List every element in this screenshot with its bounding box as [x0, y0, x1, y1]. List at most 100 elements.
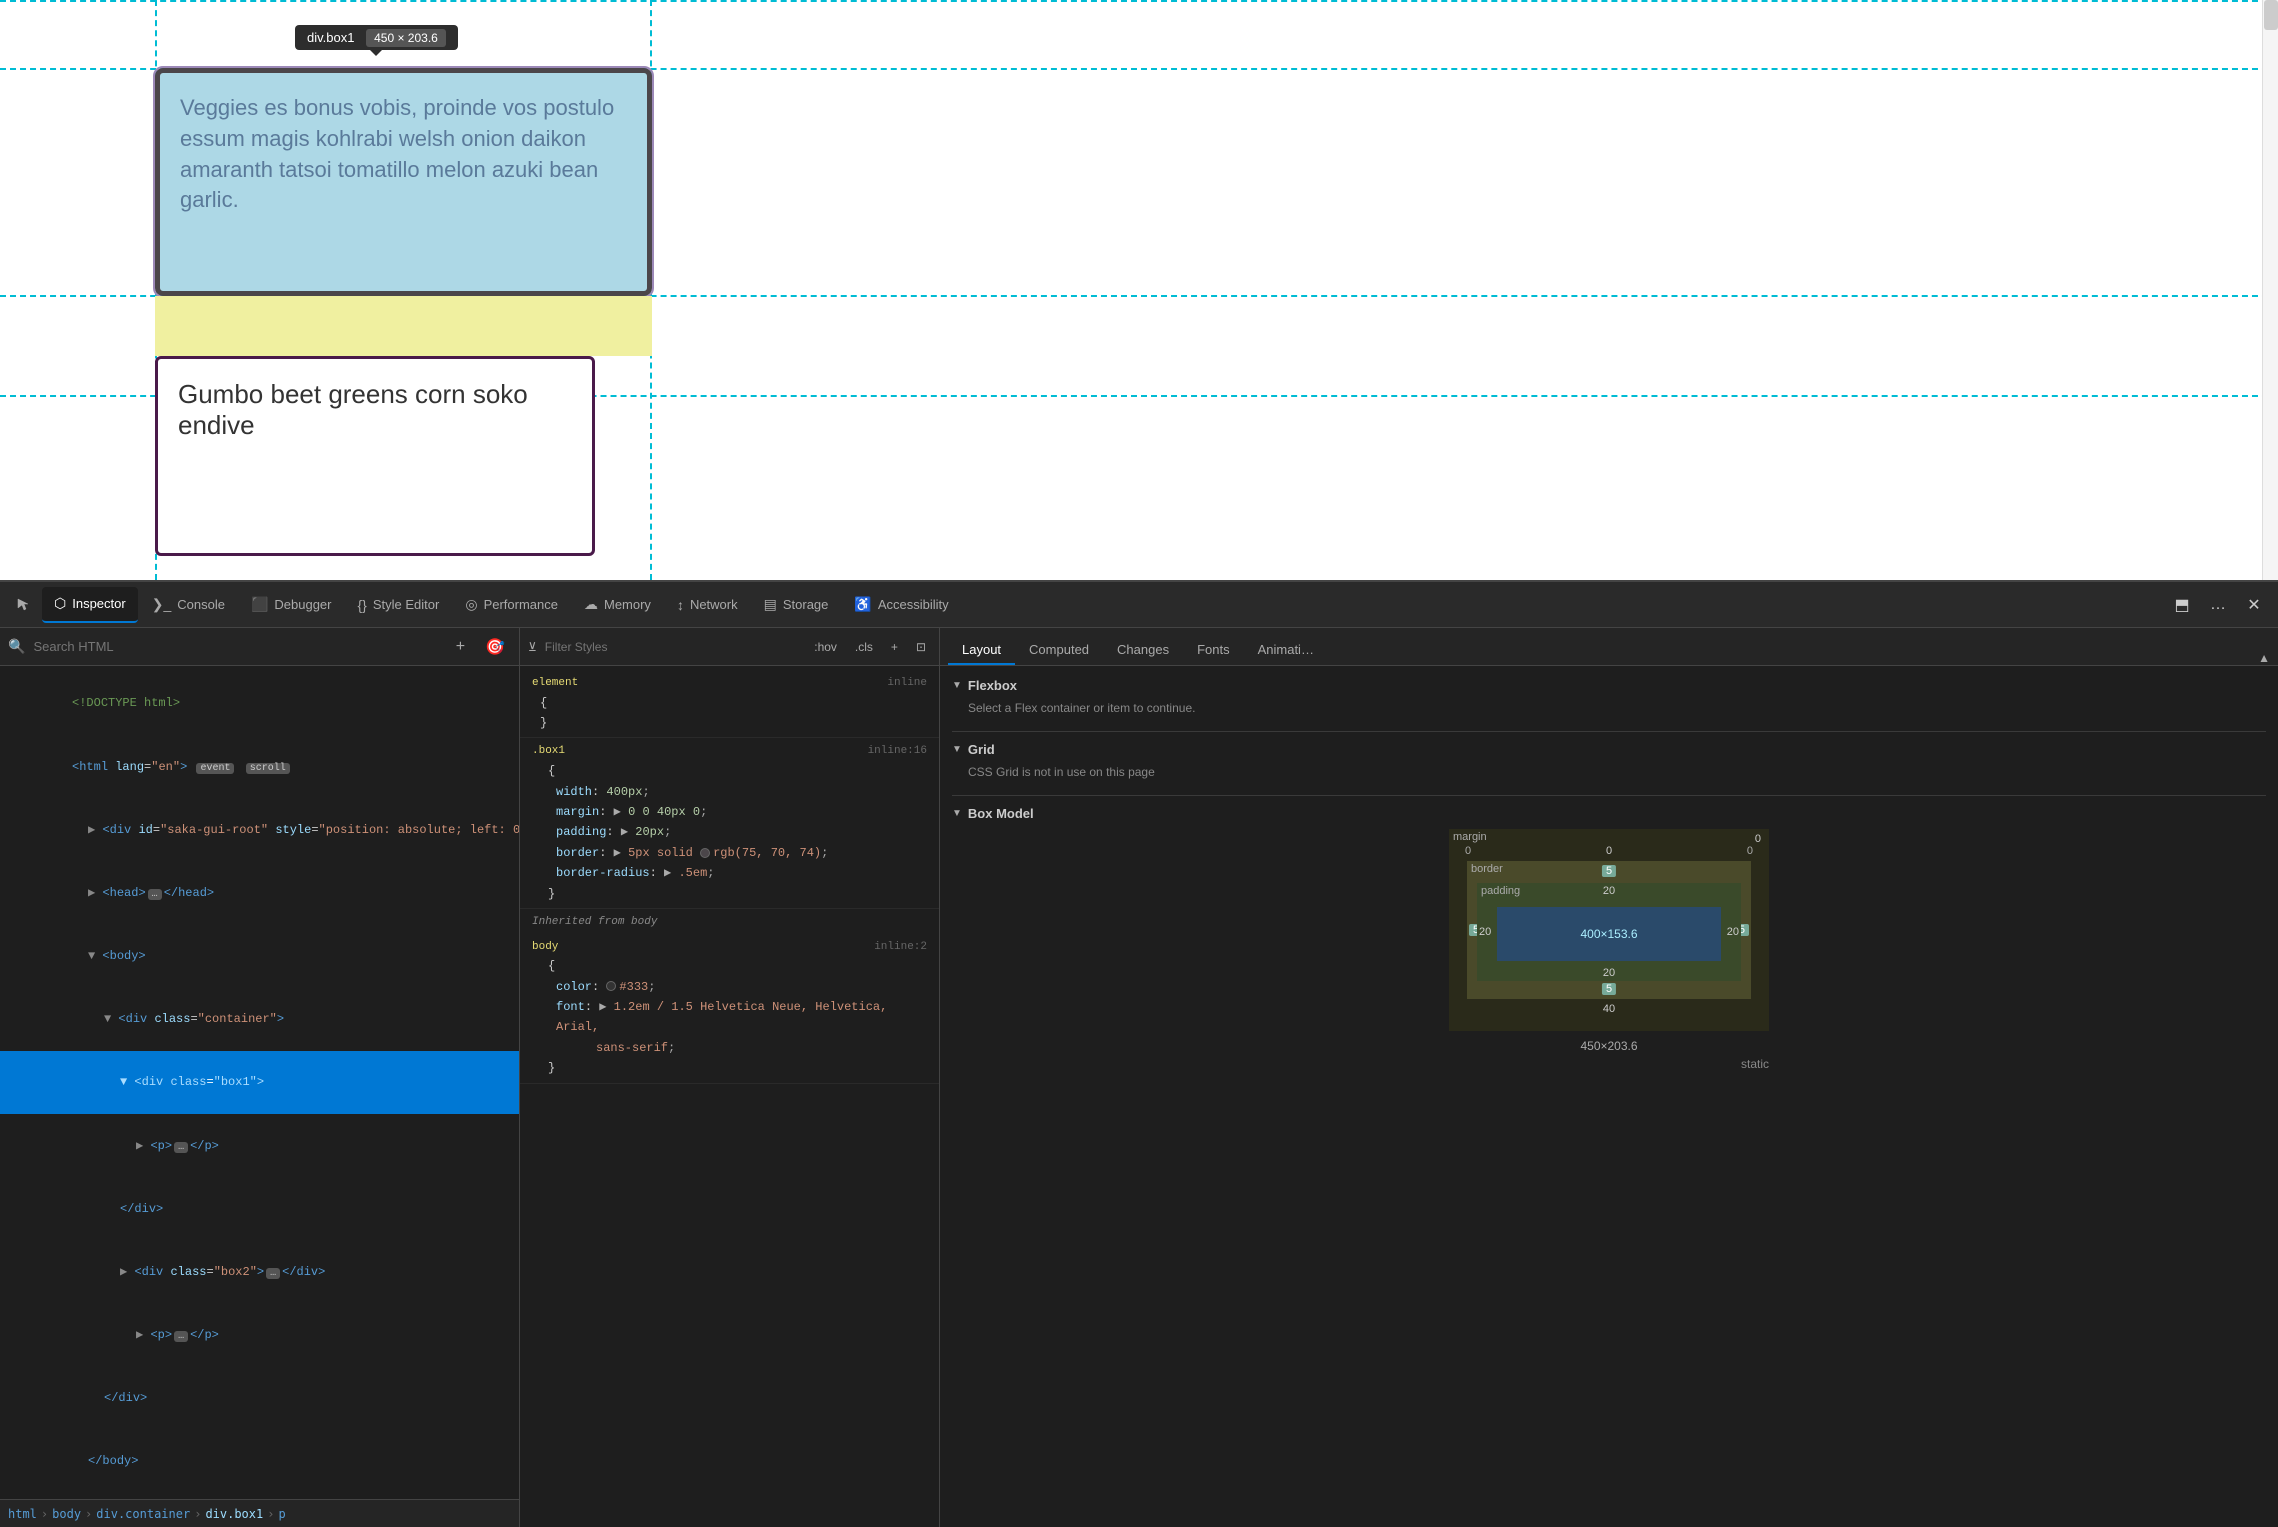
tree-html[interactable]: <html lang="en"> event scroll [0, 735, 519, 798]
tree-box2[interactable]: ▶ <div class="box2">…</div> [0, 1241, 519, 1304]
element-tooltip: Inspector div.box1 450 × 203.6 [295, 25, 458, 50]
box2-element: Gumbo beet greens corn soko endive [155, 356, 595, 556]
tree-box1-p[interactable]: ▶ <p>…</p> [0, 1114, 519, 1177]
tooltip-size: 450 × 203.6 [366, 29, 446, 47]
inherited-from-label: Inherited from body [520, 909, 939, 934]
box1-element: Veggies es bonus vobis, proinde vos post… [155, 68, 652, 296]
tab-network[interactable]: ↕ Network [665, 587, 750, 623]
grid-message: CSS Grid is not in use on this page [968, 765, 2266, 779]
add-node-button[interactable]: + [450, 636, 471, 658]
tab-memory[interactable]: ☁ Memory [572, 587, 663, 623]
tree-box1-close[interactable]: </div> [0, 1177, 519, 1240]
border-decl[interactable]: border: ▶ 5px solid rgb(75, 70, 74); [532, 843, 927, 863]
close-devtools-button[interactable]: ✕ [2238, 589, 2270, 621]
tree-container-open[interactable]: ▼ <div class="container"> [0, 988, 519, 1051]
padding-right-val: 20 [1727, 926, 1739, 938]
grid-arrow: ▼ [952, 744, 962, 755]
storage-icon: ▤ [764, 596, 777, 613]
style-editor-label: Style Editor [373, 597, 439, 612]
body-source: inline:2 [874, 938, 927, 957]
more-button[interactable]: … [2202, 589, 2234, 621]
tab-computed[interactable]: Computed [1015, 636, 1103, 665]
dock-button[interactable]: ⬒ [2166, 589, 2198, 621]
padding-decl[interactable]: padding: ▶ 20px; [532, 822, 927, 842]
devtools-content: 🔍 + 🎯 <!DOCTYPE html> <html lang="en"> e… [0, 628, 2278, 1527]
tab-style-editor[interactable]: {} Style Editor [346, 587, 452, 623]
tree-doctype[interactable]: <!DOCTYPE html> [0, 672, 519, 735]
scrollbar-thumb[interactable] [2264, 0, 2278, 30]
hov-button[interactable]: :hov [809, 638, 842, 656]
color-swatch[interactable] [606, 981, 616, 991]
layout-tabs: Layout Computed Changes Fonts Animati… ▲ [940, 628, 2278, 666]
padding-label: padding [1481, 885, 1520, 897]
guide-h1 [0, 0, 2278, 2]
margin-bottom-val: 40 [1603, 1003, 1615, 1015]
flexbox-header[interactable]: ▼ Flexbox [952, 678, 2266, 693]
color-decl[interactable]: color: #333; [532, 977, 927, 997]
tree-box1-selected[interactable]: ▼ <div class="box1"> [0, 1051, 519, 1114]
memory-icon: ☁ [584, 596, 598, 613]
cls-button[interactable]: .cls [850, 638, 878, 656]
tab-animation[interactable]: Animati… [1244, 636, 1328, 665]
tab-fonts[interactable]: Fonts [1183, 636, 1244, 665]
tab-accessibility[interactable]: ♿ Accessibility [842, 587, 960, 623]
box-model-title: Box Model [968, 806, 1034, 821]
border-radius-decl[interactable]: border-radius: ▶ .5em; [532, 863, 927, 883]
breadcrumb-html[interactable]: html [8, 1507, 37, 1521]
tab-performance[interactable]: ◎ Performance [453, 587, 570, 623]
breadcrumb-box1[interactable]: div.box1 [205, 1507, 263, 1521]
border-color-swatch[interactable] [700, 848, 710, 858]
flexbox-message: Select a Flex container or item to conti… [968, 701, 2266, 715]
filter-icon: ⊻ [528, 640, 537, 654]
viewport: Inspector div.box1 450 × 203.6 Veggies e… [0, 0, 2278, 580]
width-decl[interactable]: width: 400px; [532, 782, 927, 802]
debugger-label: Debugger [274, 597, 331, 612]
breadcrumb-body[interactable]: body [52, 1507, 81, 1521]
breadcrumb-p[interactable]: p [278, 1507, 285, 1521]
element-source: inline [887, 674, 927, 693]
tree-div-close[interactable]: </div> [0, 1367, 519, 1430]
border-label: border [1471, 863, 1503, 875]
pick-element-button[interactable]: 🎯 [479, 635, 511, 659]
add-rule-button[interactable]: + [886, 638, 903, 656]
filter-styles-input[interactable] [545, 640, 801, 654]
layout-panel-collapse[interactable]: ▲ [2258, 651, 2270, 665]
content-box: 400×153.6 [1497, 907, 1721, 961]
font-decl[interactable]: font: ▶ 1.2em / 1.5 Helvetica Neue, Helv… [532, 997, 927, 1058]
section-divider-1 [952, 731, 2266, 732]
grid-title: Grid [968, 742, 995, 757]
tab-changes[interactable]: Changes [1103, 636, 1183, 665]
search-html-input[interactable] [33, 639, 441, 654]
css-filter-bar: ⊻ :hov .cls + ⊡ [520, 628, 939, 666]
tree-head[interactable]: ▶ <head>…</head> [0, 862, 519, 925]
picker-button[interactable] [8, 589, 40, 621]
element-close-brace: } [532, 713, 927, 733]
css-panel: ⊻ :hov .cls + ⊡ element inline { } [520, 628, 940, 1527]
grid-header[interactable]: ▼ Grid [952, 742, 2266, 757]
network-label: Network [690, 597, 738, 612]
tree-body-open[interactable]: ▼ <body> [0, 925, 519, 988]
console-icon: ❯_ [152, 596, 172, 613]
margin-right-val: 0 [1755, 833, 1761, 845]
style-editor-icon: {} [358, 597, 367, 613]
tree-box2-p[interactable]: ▶ <p>…</p> [0, 1304, 519, 1367]
tab-console[interactable]: ❯_ Console [140, 587, 237, 623]
border-bottom-val: 5 [1602, 983, 1616, 995]
margin-decl[interactable]: margin: ▶ 0 0 40px 0; [532, 802, 927, 822]
tab-storage[interactable]: ▤ Storage [752, 587, 841, 623]
body-rule: body inline:2 { color: #333; font: ▶ 1.2… [520, 934, 939, 1084]
tree-saka-root[interactable]: ▶ <div id="saka-gui-root" style="positio… [0, 798, 519, 861]
tree-body-close[interactable]: </body> [0, 1430, 519, 1493]
element-open-brace: { [532, 693, 927, 713]
tab-layout[interactable]: Layout [948, 636, 1015, 665]
viewport-scrollbar[interactable] [2262, 0, 2278, 580]
breadcrumb-container[interactable]: div.container [96, 1507, 190, 1521]
box-model-header[interactable]: ▼ Box Model [952, 806, 2266, 821]
tab-debugger[interactable]: ⬛ Debugger [239, 587, 344, 623]
screenshot-button[interactable]: ⊡ [911, 638, 931, 656]
tab-inspector[interactable]: ⬡ Inspector [42, 587, 138, 623]
padding-bottom-val: 20 [1603, 967, 1615, 979]
body-selector: body [532, 938, 558, 957]
debugger-icon: ⬛ [251, 596, 268, 613]
accessibility-icon: ♿ [854, 596, 871, 613]
